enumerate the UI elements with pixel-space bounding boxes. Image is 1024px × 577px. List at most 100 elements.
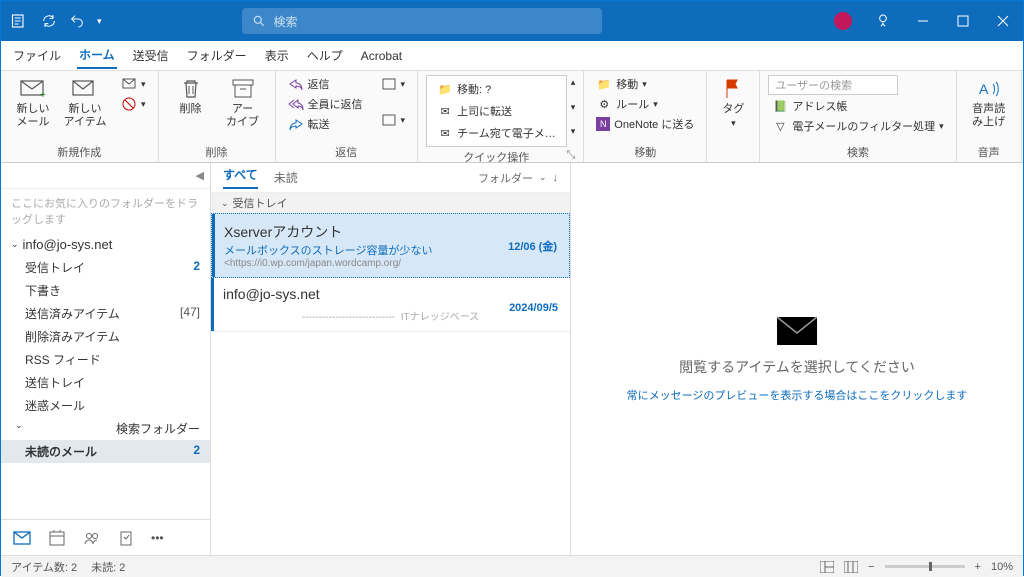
qs-expand-icon[interactable]: ▾ <box>571 126 576 137</box>
ribbon: + 新しい メール 新しい アイテム ▾ ▾ 新規作成 削除 アー カイブ <box>1 71 1023 163</box>
qat-dropdown-icon[interactable]: ▾ <box>97 16 102 27</box>
message-subject: メールボックスのストレージ容量が少ない <box>224 242 557 258</box>
minimize-button[interactable] <box>903 1 943 41</box>
user-search-input[interactable]: ユーザーの検索 <box>768 75 898 95</box>
title-bar: ▾ 検索 <box>1 1 1023 41</box>
zoom-level: 10% <box>991 561 1013 573</box>
status-item-count: アイテム数: 2 <box>11 559 77 575</box>
qs-team[interactable]: ✉チーム宛て電子メ… <box>433 124 560 142</box>
reading-pane: 閲覧するアイテムを選択してください 常にメッセージのプレビューを表示する場合はこ… <box>571 163 1023 555</box>
folder-junk[interactable]: 迷惑メール <box>1 394 210 417</box>
sort-button[interactable]: ↓ <box>553 172 559 184</box>
more-reply-button[interactable]: ▾ <box>377 111 410 129</box>
archive-button[interactable]: アー カイブ <box>219 75 267 129</box>
folder-deleted[interactable]: 削除済みアイテム <box>1 325 210 348</box>
forward-button[interactable]: 転送 <box>284 115 367 133</box>
people-view-icon[interactable] <box>83 531 101 545</box>
menu-view[interactable]: 表示 <box>263 43 291 68</box>
account-node[interactable]: ⌄info@jo-sys.net <box>1 233 210 256</box>
zoom-slider[interactable] <box>885 565 965 568</box>
help-icon[interactable] <box>863 1 903 41</box>
app-icon <box>11 12 29 30</box>
more-views-icon[interactable]: ••• <box>151 531 164 545</box>
filter-icon: ▽ <box>772 118 788 134</box>
folder-inbox[interactable]: 受信トレイ2 <box>1 256 210 279</box>
folder-move-icon: 📁 <box>596 76 612 92</box>
item-icon <box>72 77 98 101</box>
status-unread-count: 未読: 2 <box>91 559 125 575</box>
menu-help[interactable]: ヘルプ <box>305 43 345 68</box>
reading-preview-link[interactable]: 常にメッセージのプレビューを表示する場合はここをクリックします <box>627 387 968 403</box>
tab-unread[interactable]: 未読 <box>274 169 298 186</box>
delete-button[interactable]: 削除 <box>167 75 215 116</box>
search-box[interactable]: 検索 <box>242 8 602 34</box>
mail-view-icon[interactable] <box>13 531 31 545</box>
rules-button[interactable]: ⚙ルール ▾ <box>592 95 698 113</box>
meeting-icon <box>381 76 397 92</box>
folder-dropdown[interactable]: フォルダー <box>478 170 533 186</box>
qs-up-icon[interactable]: ▴ <box>571 77 576 88</box>
ignore-button[interactable]: ▾ <box>117 75 150 93</box>
junk-button[interactable]: ▾ <box>117 95 150 113</box>
favorites-hint: ここにお気に入りのフォルダーをドラッグします <box>1 189 210 233</box>
trash-icon <box>178 77 204 101</box>
new-item-button[interactable]: 新しい アイテム <box>61 75 109 129</box>
qs-down-icon[interactable]: ▾ <box>571 102 576 113</box>
onenote-icon: N <box>596 117 610 131</box>
undo-icon[interactable] <box>69 13 85 29</box>
menu-home[interactable]: ホーム <box>77 42 117 69</box>
folder-search-folders[interactable]: ⌄ 検索フォルダー <box>1 417 210 440</box>
onenote-button[interactable]: NOneNote に送る <box>592 115 698 133</box>
menu-file[interactable]: ファイル <box>11 43 63 68</box>
folder-unread[interactable]: 未読のメール2 <box>1 440 210 463</box>
folder-drafts[interactable]: 下書き <box>1 279 210 302</box>
address-book-button[interactable]: 📗アドレス帳 <box>768 97 947 115</box>
menu-sendreceive[interactable]: 送受信 <box>131 43 171 68</box>
ignore-icon <box>121 76 137 92</box>
junk-icon <box>121 96 137 112</box>
folder-rss[interactable]: RSS フィード <box>1 348 210 371</box>
message-from: info@jo-sys.net <box>223 286 558 302</box>
zoom-out[interactable]: − <box>868 561 874 573</box>
read-aloud-button[interactable]: A 音声読 み上げ <box>965 75 1013 129</box>
message-item[interactable]: Xserverアカウント メールボックスのストレージ容量が少ない <https:… <box>211 213 570 278</box>
tab-all[interactable]: すべて <box>223 166 258 189</box>
folder-outbox[interactable]: 送信トレイ <box>1 371 210 394</box>
message-list: すべて 未読 フォルダー⌄ ↓ ⌄受信トレイ Xserverアカウント メールボ… <box>211 163 571 555</box>
message-item[interactable]: info@jo-sys.net 2024/09/5 --------------… <box>211 278 570 332</box>
reply-button[interactable]: 返信 <box>284 75 367 93</box>
folder-sent[interactable]: 送信済みアイテム[47] <box>1 302 210 325</box>
filter-email-button[interactable]: ▽電子メールのフィルター処理 ▾ <box>768 117 947 135</box>
more-icon <box>381 112 397 128</box>
move-icon: 📁 <box>437 81 453 97</box>
menu-acrobat[interactable]: Acrobat <box>359 45 404 67</box>
group-delete-label: 削除 <box>167 142 267 162</box>
address-book-icon: 📗 <box>772 98 788 114</box>
group-new-label: 新規作成 <box>9 142 150 162</box>
nav-collapse-icon[interactable]: ◀ <box>196 169 204 182</box>
tag-button[interactable]: タグ ▾ <box>715 75 751 129</box>
menu-folder[interactable]: フォルダー <box>185 43 249 68</box>
account-avatar[interactable] <box>823 1 863 41</box>
qs-move[interactable]: 📁移動: ? <box>433 80 560 98</box>
new-mail-button[interactable]: + 新しい メール <box>9 75 57 129</box>
move-button[interactable]: 📁移動 ▾ <box>592 75 698 93</box>
meeting-button[interactable]: ▾ <box>377 75 410 93</box>
zoom-in[interactable]: + <box>975 561 981 573</box>
quick-steps-box[interactable]: 📁移動: ? ✉上司に転送 ✉チーム宛て電子メ… <box>426 75 567 147</box>
reply-all-button[interactable]: 全員に返信 <box>284 95 367 113</box>
list-section-header[interactable]: ⌄受信トレイ <box>211 193 570 213</box>
calendar-view-icon[interactable] <box>49 530 65 546</box>
view-reading-icon[interactable] <box>844 561 858 573</box>
boss-icon: ✉ <box>437 103 453 119</box>
close-button[interactable] <box>983 1 1023 41</box>
group-voice-label: 音声 <box>965 142 1013 162</box>
team-icon: ✉ <box>437 125 453 141</box>
message-from: Xserverアカウント <box>224 222 557 242</box>
sync-icon[interactable] <box>41 13 57 29</box>
tasks-view-icon[interactable] <box>119 530 133 546</box>
maximize-button[interactable] <box>943 1 983 41</box>
message-preview: <https://i0.wp.com/japan.wordcamp.org/ <box>224 258 557 269</box>
qs-boss[interactable]: ✉上司に転送 <box>433 102 560 120</box>
view-normal-icon[interactable] <box>820 561 834 573</box>
